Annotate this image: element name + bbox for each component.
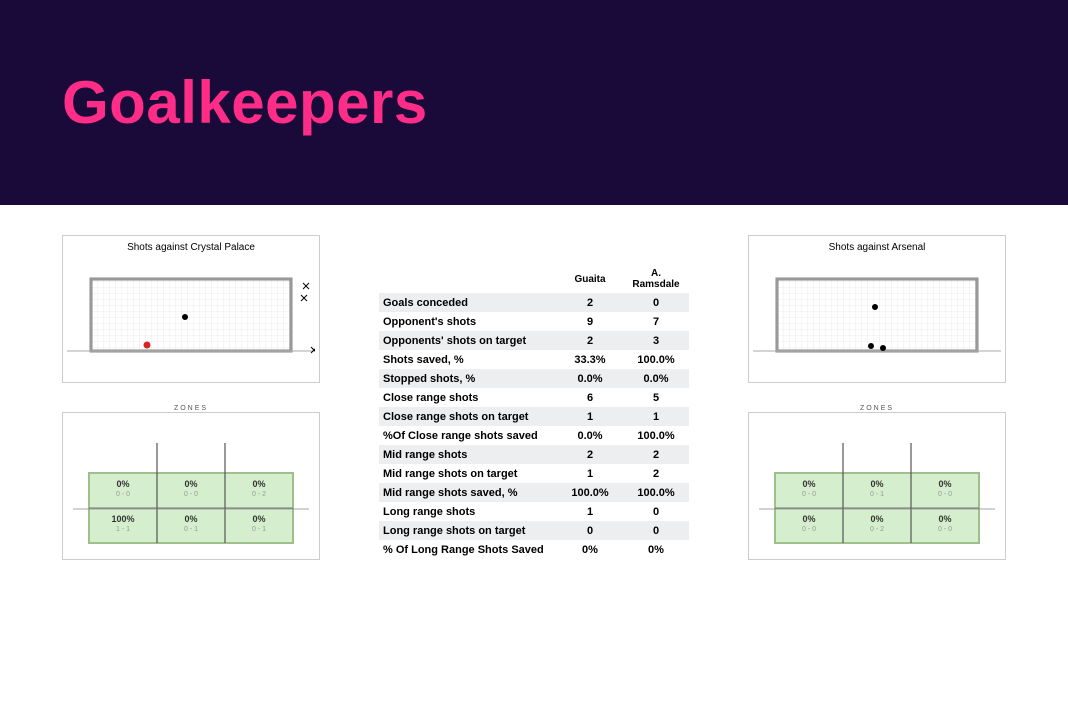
stats-table-wrapper: Guaita A. Ramsdale Goals conceded20Oppon… — [379, 265, 689, 560]
value-b: 1 — [623, 407, 689, 426]
value-a: 0 — [557, 521, 623, 540]
table-row: % Of Long Range Shots Saved0%0% — [379, 540, 689, 559]
metric-label: Mid range shots saved, % — [379, 483, 557, 502]
goal-chart-left — [67, 257, 315, 377]
value-a: 1 — [557, 464, 623, 483]
metric-label: %Of Close range shots saved — [379, 426, 557, 445]
value-b: 0.0% — [623, 369, 689, 388]
metric-label: Mid range shots on target — [379, 464, 557, 483]
value-b: 7 — [623, 312, 689, 331]
metric-label: Shots saved, % — [379, 350, 557, 369]
main-content: Shots against Crystal Palace — [0, 205, 1068, 560]
table-row: Long range shots on target00 — [379, 521, 689, 540]
table-row: Stopped shots, %0.0%0.0% — [379, 369, 689, 388]
value-a: 2 — [557, 293, 623, 312]
metric-label: % Of Long Range Shots Saved — [379, 540, 557, 559]
value-b: 100.0% — [623, 426, 689, 445]
metric-label: Long range shots — [379, 502, 557, 521]
goal-map-title-right: Shots against Arsenal — [753, 240, 1001, 257]
value-a: 0% — [557, 540, 623, 559]
table-row: Goals conceded20 — [379, 293, 689, 312]
table-row: Mid range shots saved, %100.0%100.0% — [379, 483, 689, 502]
value-a: 0.0% — [557, 369, 623, 388]
stats-table: Guaita A. Ramsdale Goals conceded20Oppon… — [379, 265, 689, 559]
zones-wrapper-right: ZONES 0% 0 - 0 0% 0 - 1 0% 0 - 0 — [748, 403, 1006, 560]
table-row: Close range shots65 — [379, 388, 689, 407]
value-a: 33.3% — [557, 350, 623, 369]
zones-label-right: ZONES — [748, 405, 1006, 412]
value-b: 3 — [623, 331, 689, 350]
value-a: 9 — [557, 312, 623, 331]
value-b: 2 — [623, 445, 689, 464]
left-panel: Shots against Crystal Palace — [62, 235, 320, 560]
value-a: 2 — [557, 445, 623, 464]
table-row: Mid range shots22 — [379, 445, 689, 464]
table-row: Close range shots on target11 — [379, 407, 689, 426]
right-panel: Shots against Arsenal ZONES — [748, 235, 1006, 560]
value-b: 0 — [623, 293, 689, 312]
value-a: 100.0% — [557, 483, 623, 502]
page-header: Goalkeepers — [0, 0, 1068, 205]
metric-label: Opponents' shots on target — [379, 331, 557, 350]
zones-grid-right: 0% 0 - 0 0% 0 - 1 0% 0 - 0 0% 0 - 0 0% 0… — [759, 423, 995, 557]
value-a: 2 — [557, 331, 623, 350]
zones-label-left: ZONES — [62, 405, 320, 412]
value-b: 5 — [623, 388, 689, 407]
zones-wrapper-left: ZONES 0% 0 - 0 0% 0 - 0 — [62, 403, 320, 560]
metric-label: Opponent's shots — [379, 312, 557, 331]
goal-map-title-left: Shots against Crystal Palace — [67, 240, 315, 257]
goal-map-left: Shots against Crystal Palace — [62, 235, 320, 383]
value-a: 1 — [557, 502, 623, 521]
metric-label: Close range shots — [379, 388, 557, 407]
table-row: Opponents' shots on target23 — [379, 331, 689, 350]
metric-label: Stopped shots, % — [379, 369, 557, 388]
value-a: 6 — [557, 388, 623, 407]
th-player-a: Guaita — [557, 265, 623, 293]
value-a: 1 — [557, 407, 623, 426]
value-b: 100.0% — [623, 350, 689, 369]
table-row: %Of Close range shots saved0.0%100.0% — [379, 426, 689, 445]
th-metric — [379, 265, 557, 293]
value-b: 100.0% — [623, 483, 689, 502]
th-player-b: A. Ramsdale — [623, 265, 689, 293]
metric-label: Mid range shots — [379, 445, 557, 464]
table-row: Mid range shots on target12 — [379, 464, 689, 483]
goal-chart-right — [753, 257, 1001, 377]
value-b: 2 — [623, 464, 689, 483]
goal-map-right: Shots against Arsenal — [748, 235, 1006, 383]
table-row: Long range shots10 — [379, 502, 689, 521]
metric-label: Long range shots on target — [379, 521, 557, 540]
value-b: 0 — [623, 521, 689, 540]
table-row: Opponent's shots97 — [379, 312, 689, 331]
metric-label: Goals conceded — [379, 293, 557, 312]
page-title: Goalkeepers — [62, 68, 428, 137]
table-row: Shots saved, %33.3%100.0% — [379, 350, 689, 369]
metric-label: Close range shots on target — [379, 407, 557, 426]
value-b: 0 — [623, 502, 689, 521]
value-b: 0% — [623, 540, 689, 559]
zones-grid-left: 0% 0 - 0 0% 0 - 0 0% 0 - 2 100% 1 - 1 0%… — [73, 423, 309, 557]
value-a: 0.0% — [557, 426, 623, 445]
